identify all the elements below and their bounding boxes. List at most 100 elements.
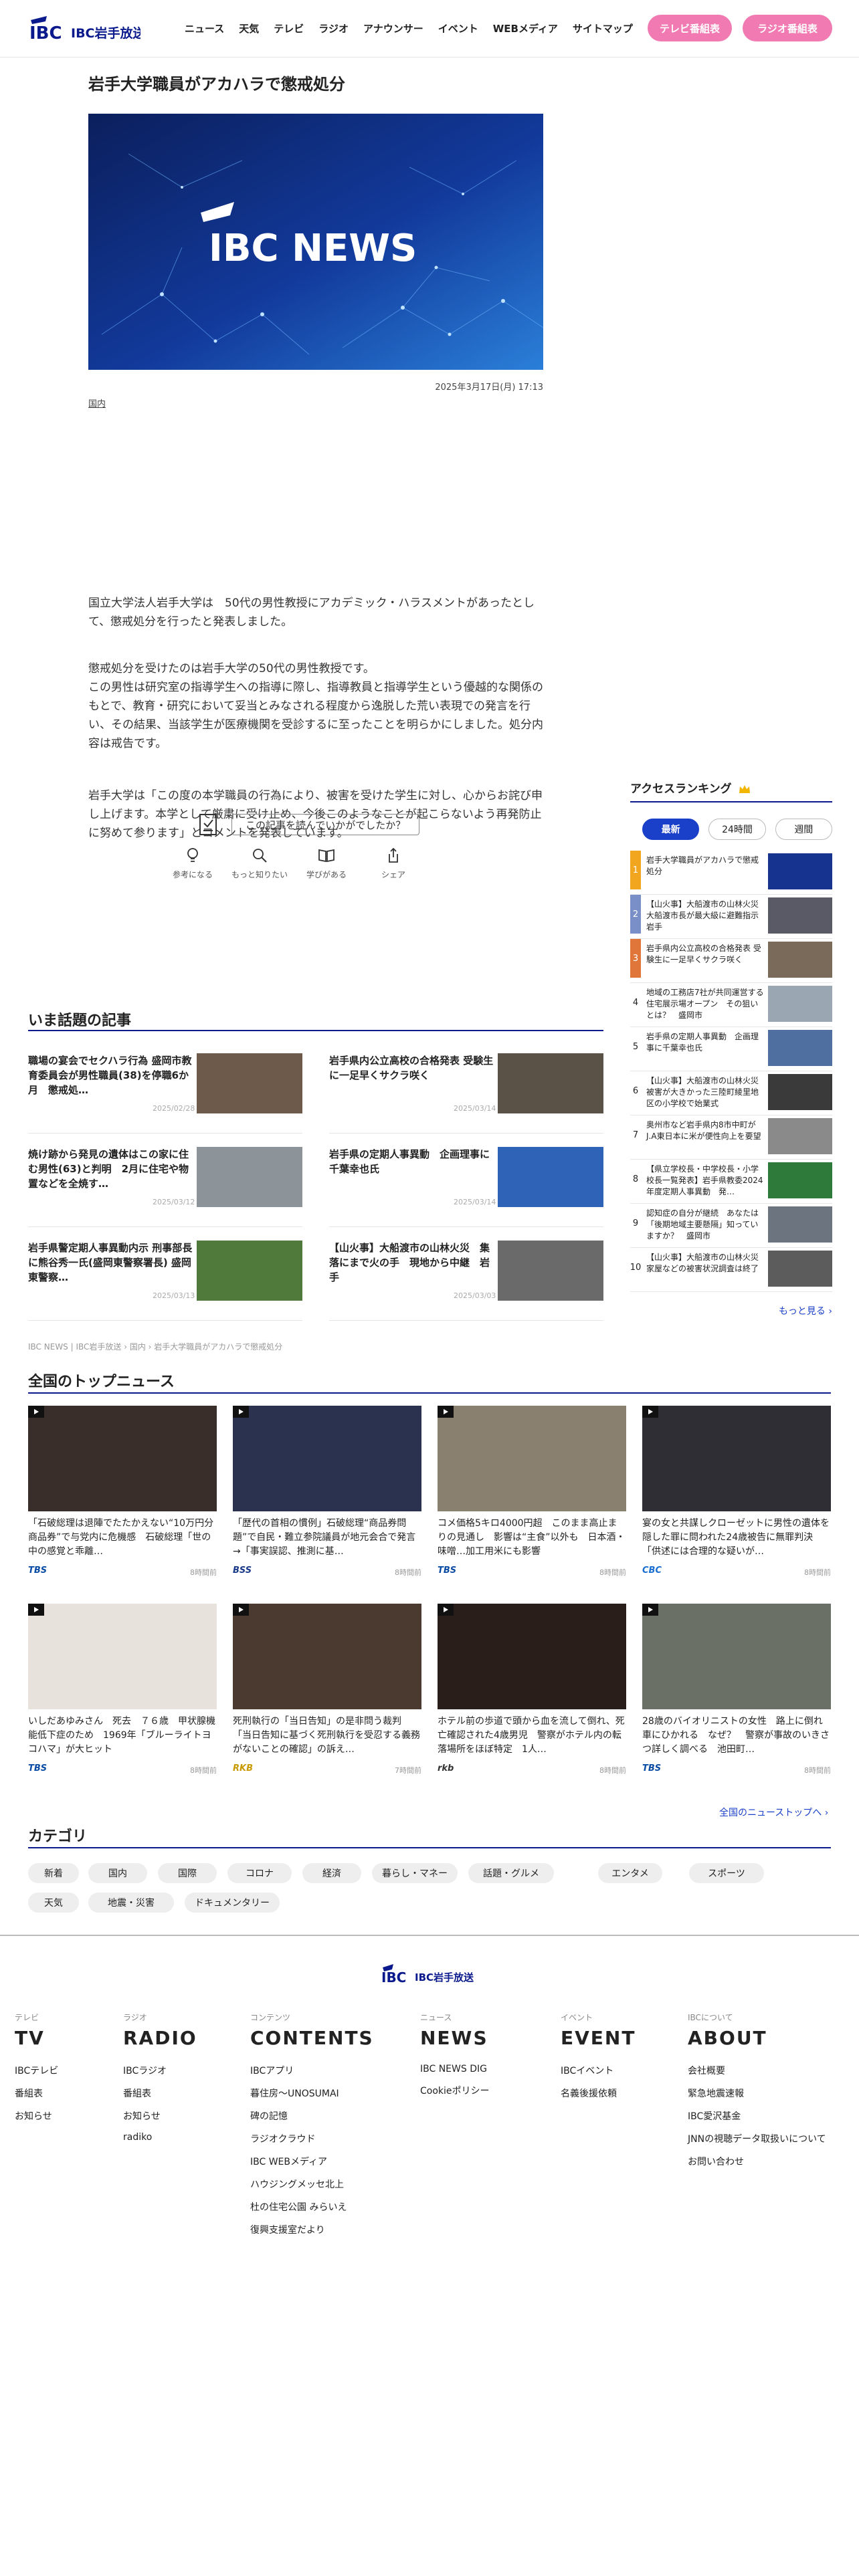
footer-link[interactable]: 会社概要 xyxy=(688,2064,826,2077)
footer-link[interactable]: 名義後援依頼 xyxy=(561,2086,636,2100)
national-news-card[interactable]: ホテル前の歩道で頭から血を流して倒れ、死亡確認された4歳男児 警察がホテル内の転… xyxy=(438,1604,626,1775)
footer-link[interactable]: Cookieポリシー xyxy=(420,2084,490,2097)
footer-link[interactable]: お問い合わせ xyxy=(688,2155,826,2168)
footer-divider xyxy=(0,1935,859,1936)
category-pill[interactable]: スポーツ xyxy=(689,1863,764,1883)
reaction-learn[interactable]: 学びがある xyxy=(293,846,360,880)
tab-latest[interactable]: 最新 xyxy=(642,819,700,840)
ranking-item[interactable]: 1 岩手大学職員がアカハラで懲戒処分 xyxy=(630,851,832,895)
tab-weekly[interactable]: 週間 xyxy=(775,819,832,840)
category-pill[interactable]: ドキュメンタリー xyxy=(185,1893,280,1913)
national-news-text: コメ価格5キロ4000円超 このまま高止まりの見通し 影響は“主食”以外も 日本… xyxy=(438,1518,626,1557)
ranking-item[interactable]: 4 地域の工務店7社が共同運営する住宅展示場オープン その狙いとは？ 盛岡市 xyxy=(630,983,832,1027)
footer-link[interactable]: ラジオクラウド xyxy=(250,2132,374,2145)
ibc-logo[interactable]: IBC IBC岩手放送 xyxy=(27,13,146,43)
national-news-card[interactable]: 死刑執行の「当日告知」の是非問う裁判 「当日告知に基づく死刑執行を受忍する義務が… xyxy=(233,1604,421,1775)
national-news-time: 7時間前 xyxy=(395,1766,421,1775)
ranking-item[interactable]: 2 【山火事】大船渡市の山林火災 大船渡市長が最大級に避難指示 岩手 xyxy=(630,895,832,939)
national-news-thumbnail xyxy=(233,1406,421,1511)
nav-weather[interactable]: 天気 xyxy=(239,21,259,35)
hot-topic-item[interactable]: 焼け跡から発見の遺体はこの家に住む男性(63)と判明 2月に住宅や物置などを全焼… xyxy=(28,1147,302,1227)
footer-link[interactable]: ハウジングメッセ北上 xyxy=(250,2177,374,2191)
footer-link[interactable]: IBCラジオ xyxy=(123,2064,197,2077)
category-pill[interactable]: 国内 xyxy=(88,1863,147,1883)
radio-schedule-button[interactable]: ラジオ番組表 xyxy=(743,15,832,41)
footer-link[interactable]: JNNの視聴データ取扱いについて xyxy=(688,2132,826,2145)
ranking-more-link[interactable]: もっと見る › xyxy=(779,1304,832,1317)
tab-24h[interactable]: 24時間 xyxy=(708,819,766,840)
tv-schedule-button[interactable]: テレビ番組表 xyxy=(648,15,732,41)
nav-tv[interactable]: テレビ xyxy=(274,21,304,35)
nav-radio[interactable]: ラジオ xyxy=(318,21,349,35)
ranking-number: 1 xyxy=(630,851,641,889)
category-pill[interactable]: 国際 xyxy=(158,1863,217,1883)
footer-link[interactable]: 緊急地震速報 xyxy=(688,2086,826,2100)
footer-column-heading: NEWS xyxy=(420,2027,488,2049)
reaction-useful[interactable]: 参考になる xyxy=(159,846,226,880)
footer-link[interactable]: IBC WEBメディア xyxy=(250,2155,374,2168)
hot-topic-date: 2025/02/28 xyxy=(153,1104,195,1113)
footer-link[interactable]: 番組表 xyxy=(15,2086,58,2100)
ranking-item[interactable]: 6 【山火事】大船渡市の山林火災 被害が大きかった三陸町綾里地区の小学校で始業式 xyxy=(630,1071,832,1115)
article-category[interactable]: 国内 xyxy=(88,397,106,409)
footer-link[interactable]: radiko xyxy=(123,2132,197,2143)
national-news-card[interactable]: 「石破総理は退陣でたたかえない“10万円分商品券”で与党内に危機感 石破総理「世… xyxy=(28,1406,217,1577)
category-pill[interactable]: 経済 xyxy=(302,1863,361,1883)
ranking-item[interactable]: 8 【県立学校長・中学校長・小学校長一覧発表】岩手県教委2024年度定期人事異動 … xyxy=(630,1160,832,1204)
breadcrumb[interactable]: IBC NEWS | IBC岩手放送 › 国内 › 岩手大学職員がアカハラで懲戒… xyxy=(28,1341,282,1352)
search-icon xyxy=(253,849,267,863)
category-pill[interactable]: エンタメ xyxy=(598,1863,662,1883)
footer-link[interactable]: お知らせ xyxy=(15,2109,58,2123)
hot-topic-item[interactable]: 岩手県警定期人事異動内示 刑事部長に熊谷秀一氏(盛岡東警察署長) 盛岡東警察… 2… xyxy=(28,1241,302,1321)
play-icon xyxy=(642,1604,658,1616)
national-news-card[interactable]: コメ価格5キロ4000円超 このまま高止まりの見通し 影響は“主食”以外も 日本… xyxy=(438,1406,626,1577)
hot-topic-item[interactable]: 【山火事】大船渡市の山林火災 集落にまで火の手 現地から中継 岩手 2025/03… xyxy=(329,1241,603,1321)
footer-link[interactable]: 杜の住宅公園 みらいえ xyxy=(250,2200,374,2214)
ranking-item[interactable]: 10 【山火事】大船渡市の山林火災 家屋などの被害状況調査は終了 xyxy=(630,1248,832,1292)
footer-link[interactable]: 暮住房〜UNOSUMAI xyxy=(250,2086,374,2100)
footer-link[interactable]: IBCテレビ xyxy=(15,2064,58,2077)
national-news-time: 8時間前 xyxy=(804,1568,831,1577)
national-news-card[interactable]: 宴の女と共謀しクローゼットに男性の遺体を隠した罪に問われた24歳被告に無罪判決「… xyxy=(642,1406,831,1577)
footer-link[interactable]: IBC NEWS DIG xyxy=(420,2064,490,2074)
footer-link[interactable]: 番組表 xyxy=(123,2086,197,2100)
broadcaster-logo: CBC xyxy=(642,1566,662,1576)
nav-news[interactable]: ニュース xyxy=(185,21,224,35)
national-news-card[interactable]: いしだあゆみさん 死去 ７６歳 甲状腺機能低下症のため 1969年「ブルーライト… xyxy=(28,1604,217,1775)
hot-topic-item[interactable]: 岩手県内公立高校の合格発表 受験生に一足早くサクラ咲く 2025/03/14 xyxy=(329,1053,603,1134)
national-news-card[interactable]: 「歴代の首相の慣例」石破総理“商品券問題”で自民・難立参院議員が地元会合で発言→… xyxy=(233,1406,421,1577)
national-news-card[interactable]: 28歳のバイオリニストの女性 路上に倒れ車にひかれる なぜ？ 警察が事故のいきさ… xyxy=(642,1604,831,1775)
reaction-share[interactable]: シェア xyxy=(360,846,427,880)
category-pill[interactable]: 天気 xyxy=(28,1893,79,1913)
nav-announcer[interactable]: アナウンサー xyxy=(363,21,423,35)
ranking-item[interactable]: 9 認知症の自分が継続 あなたは「後期地域主要懸隔」知っていますか？ 盛岡市 xyxy=(630,1204,832,1248)
footer-link[interactable]: 碑の記憶 xyxy=(250,2109,374,2123)
ranking-title: アクセスランキング xyxy=(630,779,832,802)
reaction-more[interactable]: もっと知りたい xyxy=(226,846,293,880)
hot-topic-item[interactable]: 職場の宴会でセクハラ行為 盛岡市教育委員会が男性職員(38)を停職6か月 懲戒処… xyxy=(28,1053,302,1134)
category-pill[interactable]: 話題・グルメ xyxy=(468,1863,554,1883)
hot-topic-item[interactable]: 岩手県の定期人事異動 企画理事に千葉幸也氏 2025/03/14 xyxy=(329,1147,603,1227)
national-more-link[interactable]: 全国のニューストップへ › xyxy=(719,1806,859,1819)
footer-link[interactable]: お知らせ xyxy=(123,2109,197,2123)
category-pill[interactable]: 地震・災害 xyxy=(88,1893,174,1913)
hot-topic-date: 2025/03/14 xyxy=(454,1198,496,1206)
category-pill[interactable]: コロナ xyxy=(227,1863,292,1883)
footer-link[interactable]: IBC愛沢基金 xyxy=(688,2109,826,2123)
footer-link[interactable]: IBCアプリ xyxy=(250,2064,374,2077)
ranking-item[interactable]: 3 岩手県内公立高校の合格発表 受験生に一足早くサクラ咲く xyxy=(630,939,832,983)
nav-sitemap[interactable]: サイトマップ xyxy=(573,21,633,35)
category-pill[interactable]: 暮らし・マネー xyxy=(372,1863,458,1883)
category-pill[interactable]: 新着 xyxy=(28,1863,79,1883)
reaction-label: もっと知りたい xyxy=(231,870,288,879)
ranking-number: 2 xyxy=(630,895,641,934)
footer-logo[interactable]: IBC IBC岩手放送 xyxy=(381,1958,482,1989)
ranking-number: 3 xyxy=(630,939,641,978)
ranking-item[interactable]: 5 岩手県の定期人事異動 企画理事に千葉幸也氏 xyxy=(630,1027,832,1071)
footer-link[interactable]: 復興支援室だより xyxy=(250,2223,374,2236)
footer-link[interactable]: IBCイベント xyxy=(561,2064,636,2077)
national-news-thumbnail xyxy=(642,1406,831,1511)
ranking-item[interactable]: 7 奥州市など岩手県内8市中町がJ.A東日本に米が便性向上を要望 xyxy=(630,1115,832,1160)
nav-webmedia[interactable]: WEBメディア xyxy=(493,21,558,35)
nav-event[interactable]: イベント xyxy=(438,21,478,35)
